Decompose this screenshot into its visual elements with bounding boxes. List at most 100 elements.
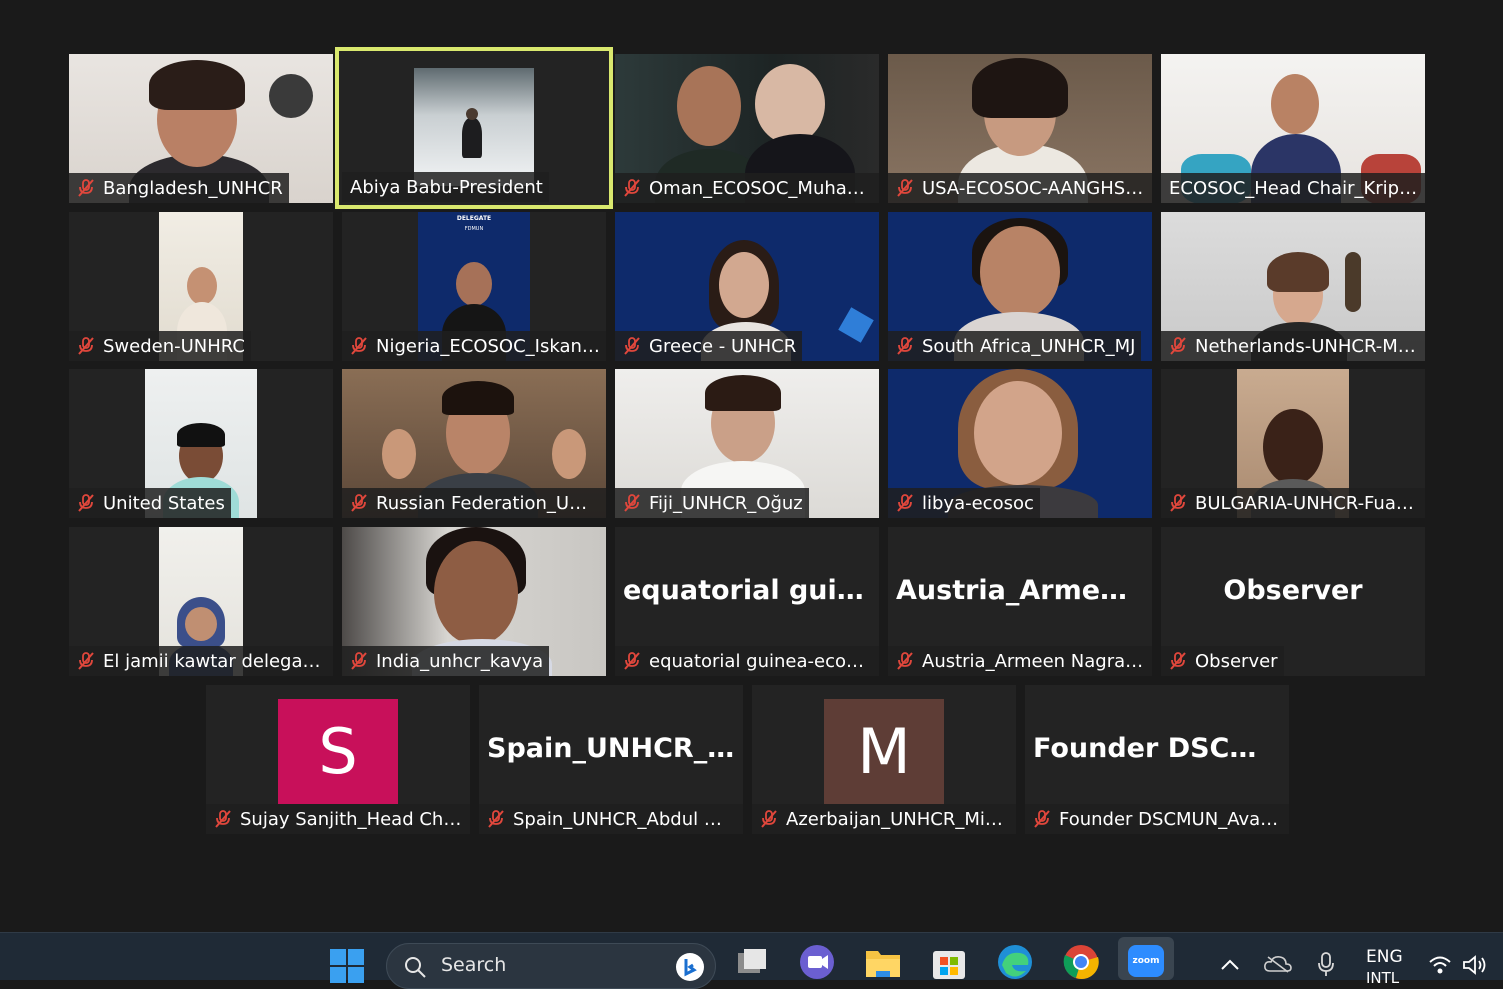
participant-tile[interactable]: Sweden-UNHRC — [69, 212, 333, 361]
participant-name-bar: Abiya Babu-President — [342, 172, 549, 202]
participant-name-bar: United States — [69, 488, 231, 518]
participant-tile[interactable]: BULGARIA-UNHCR-Fuad ... — [1161, 369, 1425, 518]
participant-tile-active-speaker[interactable]: Abiya Babu-President — [335, 47, 613, 209]
participant-tile[interactable]: El jamii kawtar delegate ... — [69, 527, 333, 676]
participant-display-name: Spain_UNHCR_... — [487, 733, 738, 764]
search-placeholder: Search — [441, 954, 507, 976]
volume-icon[interactable] — [1462, 955, 1488, 975]
participant-name-bar: Greece - UNHCR — [615, 331, 803, 361]
participant-tile[interactable]: Austria_Armeen... Austria_Armeen Nagra_H… — [888, 527, 1152, 676]
participant-tile[interactable]: Fiji_UNHCR_Oğuz — [615, 369, 879, 518]
chrome-browser-icon[interactable] — [1062, 943, 1100, 981]
mic-off-icon — [624, 652, 640, 670]
participant-name-bar: Spain_UNHCR_Abdul mat... — [479, 804, 743, 834]
participant-name: Abiya Babu-President — [350, 176, 543, 198]
participant-name: ECOSOC_Head Chair_Kripa ... — [1169, 177, 1419, 199]
avatar: M — [824, 699, 944, 804]
participant-name: Austria_Armeen Nagra_H... — [922, 650, 1146, 672]
participant-name-bar: Nigeria_ECOSOC_Iskande... — [342, 331, 606, 361]
participant-name: BULGARIA-UNHCR-Fuad ... — [1195, 492, 1419, 514]
task-view-icon[interactable] — [734, 943, 772, 981]
participant-tile[interactable]: Bangladesh_UNHCR — [69, 54, 333, 203]
edge-browser-icon[interactable] — [996, 943, 1034, 981]
mic-off-icon — [1170, 494, 1186, 512]
zoom-app-button[interactable]: zoom — [1118, 937, 1174, 980]
input-language-layout[interactable]: INTL — [1366, 969, 1399, 987]
onedrive-cloud-icon[interactable] — [1264, 955, 1292, 973]
microphone-icon[interactable] — [1316, 951, 1336, 977]
participant-name: Fiji_UNHCR_Oğuz — [649, 492, 803, 514]
participant-name: libya-ecosoc — [922, 492, 1034, 514]
participant-name-bar: Netherlands-UNHCR-Ma... — [1161, 331, 1425, 361]
participant-name-bar: Azerbaijan_UNHCR_Mirz... — [752, 804, 1016, 834]
poster-subtitle: FDMUN — [464, 226, 484, 232]
participant-tile[interactable]: Observer Observer — [1161, 527, 1425, 676]
mic-off-icon — [78, 337, 94, 355]
mic-off-icon — [488, 810, 504, 828]
participant-tile[interactable]: ECOSOC_Head Chair_Kripa ... — [1161, 54, 1425, 203]
mic-off-icon — [78, 652, 94, 670]
participant-tile[interactable]: DELEGATE FDMUN Nigeria_ECOSOC_Iskande... — [342, 212, 606, 361]
participant-name: equatorial guinea-ecosoc... — [649, 650, 873, 672]
participant-name: Spain_UNHCR_Abdul mat... — [513, 808, 737, 830]
participant-tile[interactable]: Founder DSCM... Founder DSCMUN_Avani ... — [1025, 685, 1289, 834]
participant-tile[interactable]: equatorial guin... equatorial guinea-eco… — [615, 527, 879, 676]
participant-tile[interactable]: United States — [69, 369, 333, 518]
participant-name-bar: ECOSOC_Head Chair_Kripa ... — [1161, 173, 1425, 203]
participant-name: Observer — [1195, 650, 1278, 672]
mic-off-icon — [351, 652, 367, 670]
participant-display-name: equatorial guin... — [623, 575, 879, 606]
wifi-icon[interactable] — [1428, 955, 1452, 975]
participant-tile[interactable]: South Africa_UNHCR_MJ — [888, 212, 1152, 361]
mic-off-icon — [78, 494, 94, 512]
participant-tile[interactable]: Netherlands-UNHCR-Ma... — [1161, 212, 1425, 361]
mic-off-icon — [351, 494, 367, 512]
bing-icon[interactable] — [675, 952, 705, 982]
participant-name: Russian Federation_UNS... — [376, 492, 600, 514]
participant-name: Oman_ECOSOC_Muham... — [649, 177, 873, 199]
participant-name: Bangladesh_UNHCR — [103, 177, 283, 199]
mic-off-icon — [897, 337, 913, 355]
avatar: S — [278, 699, 398, 804]
mic-off-icon — [624, 337, 640, 355]
participant-tile[interactable]: libya-ecosoc — [888, 369, 1152, 518]
participant-name-bar: Oman_ECOSOC_Muham... — [615, 173, 879, 203]
participant-tile[interactable]: India_unhcr_kavya — [342, 527, 606, 676]
participant-name: Azerbaijan_UNHCR_Mirz... — [786, 808, 1010, 830]
teams-meet-icon[interactable] — [798, 943, 836, 981]
participant-name: Netherlands-UNHCR-Ma... — [1195, 335, 1419, 357]
participant-video — [414, 68, 534, 186]
taskbar-search[interactable]: Search — [386, 943, 716, 989]
participant-tile[interactable]: Oman_ECOSOC_Muham... — [615, 54, 879, 203]
file-explorer-icon[interactable] — [864, 943, 902, 981]
participant-name-bar: El jamii kawtar delegate ... — [69, 646, 333, 676]
mic-off-icon — [351, 337, 367, 355]
chevron-up-icon[interactable] — [1220, 957, 1240, 971]
participant-display-name: Observer — [1223, 575, 1363, 606]
participant-name-bar: Bangladesh_UNHCR — [69, 173, 289, 203]
participant-tile[interactable]: Russian Federation_UNS... — [342, 369, 606, 518]
mic-off-icon — [215, 810, 231, 828]
input-language[interactable]: ENG — [1366, 947, 1403, 967]
participant-tile[interactable]: Greece - UNHCR — [615, 212, 879, 361]
participant-tile[interactable]: Spain_UNHCR_... Spain_UNHCR_Abdul mat... — [479, 685, 743, 834]
mic-off-icon — [624, 494, 640, 512]
participant-name-bar: equatorial guinea-ecosoc... — [615, 646, 879, 676]
taskbar: Search zoom ENG INTL — [0, 932, 1503, 989]
microsoft-store-icon[interactable] — [930, 943, 968, 981]
participant-name-bar: Russian Federation_UNS... — [342, 488, 606, 518]
participant-name-bar: libya-ecosoc — [888, 488, 1040, 518]
zoom-label: zoom — [1132, 956, 1160, 966]
participant-name-bar: Observer — [1161, 646, 1284, 676]
participant-name: El jamii kawtar delegate ... — [103, 650, 327, 672]
windows-start-icon[interactable] — [328, 947, 366, 985]
participant-tile[interactable]: USA-ECOSOC-AANGHSH... — [888, 54, 1152, 203]
participant-name-bar: Sujay Sanjith_Head Chair... — [206, 804, 470, 834]
participant-display-name: Austria_Armeen... — [896, 575, 1152, 606]
mic-off-icon — [78, 179, 94, 197]
participant-tile[interactable]: S Sujay Sanjith_Head Chair... — [206, 685, 470, 834]
participant-tile[interactable]: M Azerbaijan_UNHCR_Mirz... — [752, 685, 1016, 834]
participant-name-bar: BULGARIA-UNHCR-Fuad ... — [1161, 488, 1425, 518]
participant-name-bar: Sweden-UNHRC — [69, 331, 251, 361]
participant-name-bar: India_unhcr_kavya — [342, 646, 550, 676]
